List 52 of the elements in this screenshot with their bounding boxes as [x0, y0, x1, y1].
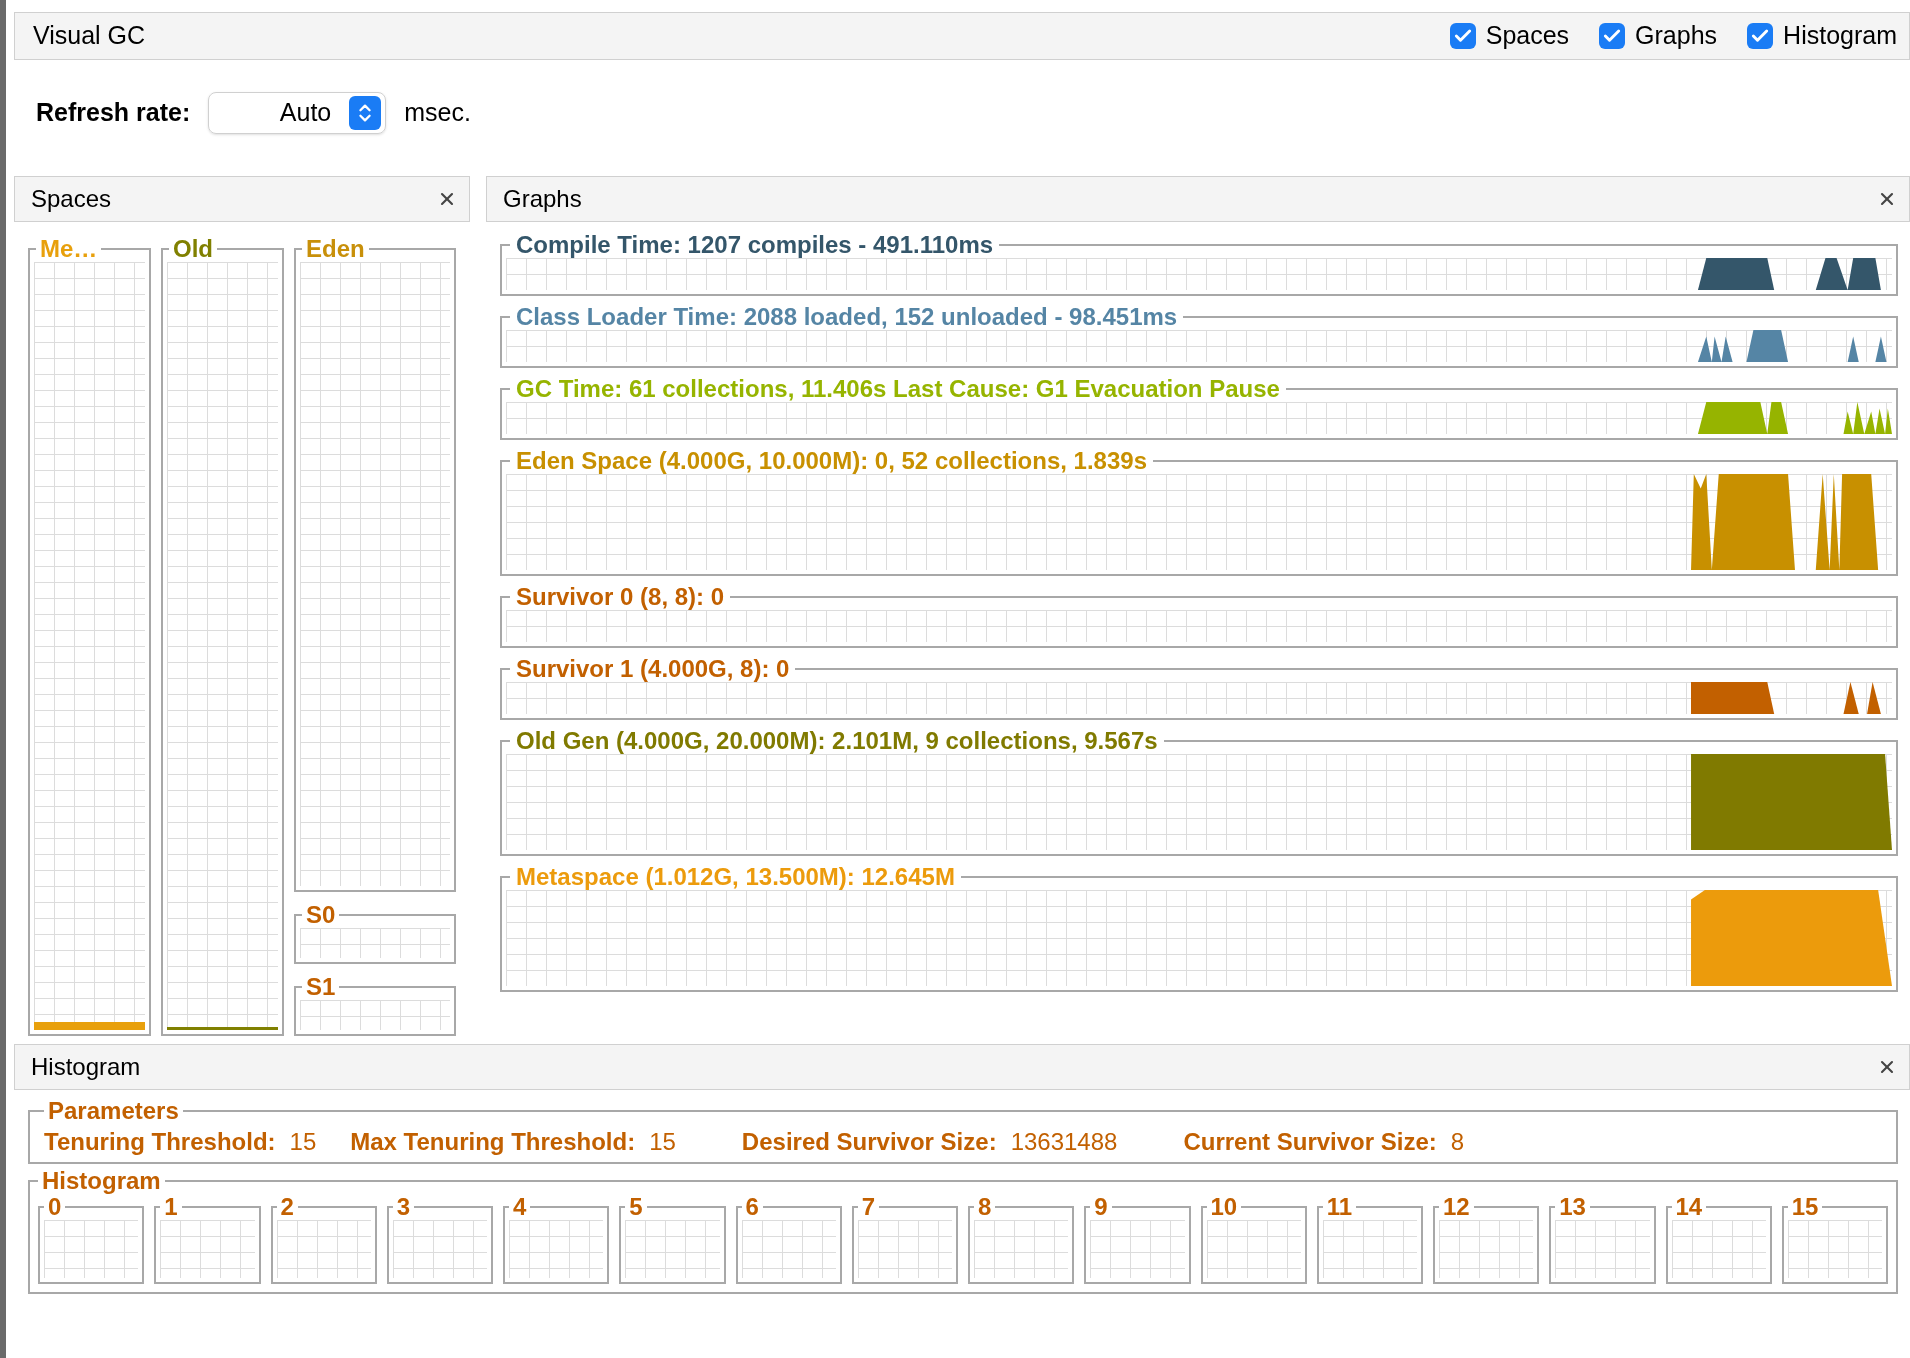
graph-title: Survivor 1 (4.000G, 8): 0	[515, 656, 791, 682]
space-label: Old	[172, 236, 214, 262]
unit-label: msec.	[404, 97, 471, 129]
age-label: 13	[1558, 1194, 1587, 1220]
age-label: 9	[1093, 1194, 1109, 1220]
graph-title: Survivor 0 (8, 8): 0	[515, 584, 726, 610]
panel-title: Histogram	[31, 1052, 141, 1082]
graph-title: Old Gen (4.000G, 20.000M): 2.101M, 9 collections, 9.567s	[515, 728, 1159, 754]
panel-title: Spaces	[31, 184, 112, 214]
age-label: 12	[1442, 1194, 1471, 1220]
age-label: 6	[744, 1194, 760, 1220]
view-checkbox[interactable]: Histogram	[1747, 17, 1897, 55]
checkbox[interactable]	[1449, 23, 1476, 49]
age-label: 3	[395, 1194, 412, 1220]
space-label: Eden	[305, 236, 366, 262]
age-label: 14	[1674, 1194, 1704, 1220]
graph-title: Compile Time: 1207 compiles - 491.110ms	[515, 232, 995, 258]
parameter-label: Desired Survivor Size:	[741, 1127, 997, 1157]
age-label: 2	[279, 1194, 295, 1220]
age-label: 0	[48, 1194, 62, 1220]
age-label: 11	[1325, 1194, 1354, 1220]
parameter-label: Current Survivor Size:	[1183, 1127, 1437, 1157]
space-label: Me…	[39, 236, 99, 262]
graph-title: Eden Space (4.000G, 10.000M): 0, 52 collections, 1.839s	[515, 448, 1148, 474]
parameter-label: Tenuring Threshold:	[44, 1127, 276, 1157]
graph-title: GC Time: 61 collections, 11.406s Last Cause: G1 Evacuation Pause	[515, 376, 1281, 402]
space-label: S1	[305, 974, 337, 1000]
parameter-label: Max Tenuring Threshold:	[350, 1127, 636, 1157]
parameters-title: Parameters	[47, 1098, 180, 1124]
age-label: 7	[860, 1194, 877, 1220]
graph-title: Class Loader Time: 2088 loaded, 152 unloaded - 98.451ms	[515, 304, 1179, 330]
graph-title: Metaspace (1.012G, 13.500M): 12.645M	[515, 864, 956, 890]
checkbox[interactable]	[1747, 23, 1774, 49]
parameter-value: 15	[649, 1127, 676, 1157]
age-label: 4	[512, 1194, 528, 1220]
refresh-label: Refresh rate:	[36, 97, 191, 129]
parameter-value: 8	[1450, 1127, 1465, 1157]
age-label: 1	[163, 1194, 179, 1220]
parameter-value: 13631488	[1010, 1127, 1118, 1157]
parameter-value: 15	[289, 1127, 317, 1157]
view-checkbox[interactable]: Spaces	[1449, 17, 1570, 55]
age-label: 8	[977, 1194, 993, 1220]
age-label: 10	[1209, 1194, 1239, 1220]
histogram-title: Histogram	[41, 1168, 162, 1194]
window-title: Visual GC	[33, 20, 146, 52]
age-label: 15	[1790, 1194, 1820, 1220]
checkbox[interactable]	[1599, 23, 1626, 49]
panel-title: Graphs	[503, 184, 582, 214]
refresh-select[interactable]: Auto	[208, 92, 387, 134]
age-label: 5	[628, 1194, 644, 1220]
view-checkbox[interactable]: Graphs	[1599, 17, 1718, 55]
space-label: S0	[305, 902, 337, 928]
